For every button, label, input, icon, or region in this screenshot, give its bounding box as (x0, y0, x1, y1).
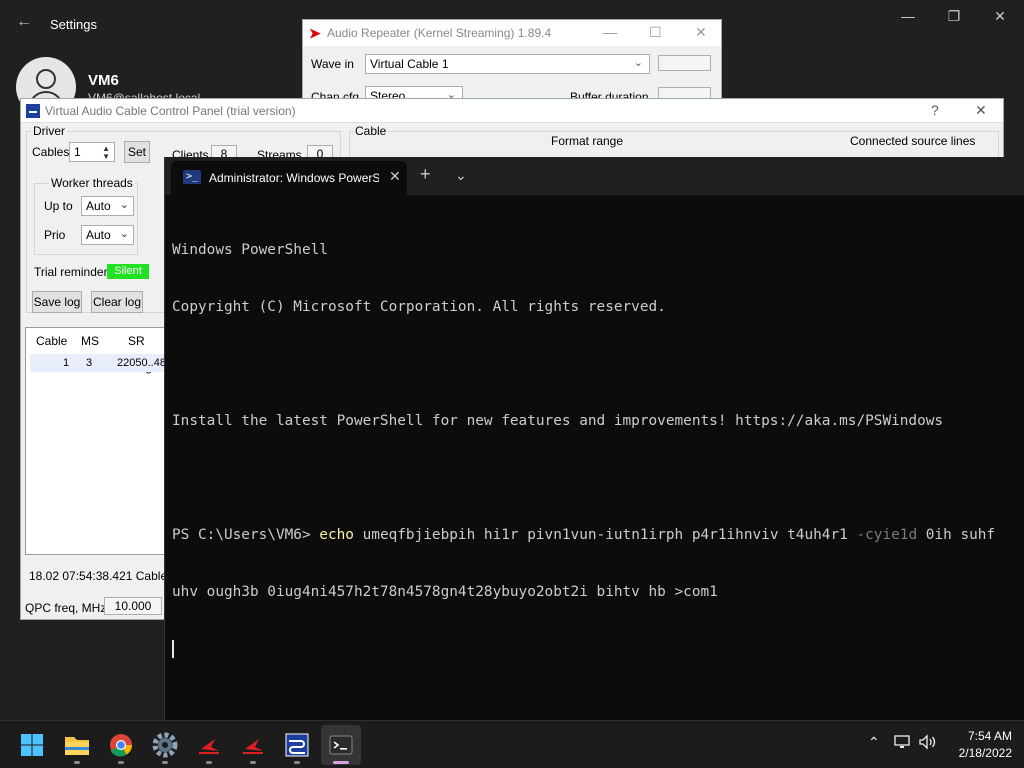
clear-log-button[interactable]: Clear log (91, 291, 143, 313)
user-name: VM6 (88, 72, 119, 89)
chevron-down-icon: ⌄ (633, 57, 643, 69)
wave-in-label: Wave in (311, 57, 354, 71)
clock-date: 2/18/2022 (958, 746, 1012, 760)
terminal-icon[interactable] (321, 725, 361, 765)
cables-value: 1 (74, 145, 81, 159)
up-to-label: Up to (44, 199, 73, 213)
log-line: 18.02 07:54:38.421 Cable (29, 569, 168, 583)
save-log-button[interactable]: Save log (32, 291, 82, 313)
trial-reminder-status: Silent (107, 264, 149, 279)
wave-in-select[interactable]: Virtual Cable 1 ⌄ (365, 54, 650, 74)
minimize-icon[interactable]: — (603, 24, 617, 40)
settings-title: Settings (50, 17, 97, 32)
set-button[interactable]: Set (124, 141, 150, 163)
qpc-freq-label: QPC freq, MHz (25, 601, 107, 615)
wave-in-extra (658, 55, 711, 71)
chevron-down-icon[interactable]: ⌄ (455, 167, 467, 184)
cables-spinner[interactable]: 1 ▲ ▼ (69, 142, 115, 162)
chrome-icon[interactable] (101, 725, 141, 765)
repeater-app-icon: ➤ (309, 25, 321, 41)
prio-label: Prio (44, 228, 66, 242)
volume-icon[interactable] (918, 734, 938, 753)
chevron-down-icon: ⌄ (119, 199, 129, 211)
chevron-up-icon[interactable]: ⌃ (868, 734, 880, 751)
minimize-icon[interactable]: — (898, 8, 918, 24)
terminal-tab-title: Administrator: Windows PowerShell (209, 171, 379, 185)
up-to-value: Auto (86, 199, 111, 213)
terminal-line: Windows PowerShell (172, 242, 328, 258)
command-line: PS C:\Users\VM6> echo umeqfbjiebpih hi1r… (172, 526, 995, 545)
terminal-tabstrip: >_ Administrator: Windows PowerShell ✕ +… (165, 157, 1024, 195)
list-cell-sr-range: 22050..48 (117, 357, 166, 369)
close-icon[interactable]: ✕ (990, 8, 1010, 25)
vac-app-icon (25, 103, 41, 119)
format-range-label: Format range (551, 134, 624, 148)
command-line-continued: uhv ough3b 0iug4ni457h2t78n4578gn4t28ybu… (172, 584, 718, 600)
cables-label: Cables (32, 145, 70, 159)
maximize-icon[interactable]: ☐ (649, 24, 662, 41)
vac-titlebar[interactable]: Virtual Audio Cable Control Panel (trial… (21, 99, 1003, 123)
text-cursor (172, 640, 174, 658)
back-arrow-icon[interactable]: ← (16, 13, 32, 31)
list-cell-ms: 3 (86, 357, 93, 369)
terminal-line: Install the latest PowerShell for new fe… (172, 413, 944, 429)
repeater-titlebar[interactable]: ➤ Audio Repeater (Kernel Streaming) 1.89… (303, 20, 721, 46)
worker-threads-label: Worker threads (49, 176, 135, 190)
driver-group-label: Driver (31, 124, 67, 138)
command-args-2: 0ih suhf (917, 527, 996, 543)
list-header-ms[interactable]: MS (81, 328, 99, 354)
vac-title: Virtual Audio Cable Control Panel (trial… (45, 104, 296, 118)
terminal-window[interactable]: >_ Administrator: Windows PowerShell ✕ +… (164, 157, 1024, 720)
terminal-tab[interactable]: >_ Administrator: Windows PowerShell ✕ (171, 161, 407, 195)
windows-start-icon[interactable] (12, 725, 52, 765)
prompt: PS C:\Users\VM6> (172, 527, 320, 543)
maximize-icon[interactable]: ❐ (944, 8, 964, 25)
cable-group-label: Cable (353, 124, 389, 138)
clock[interactable]: 7:54 AM 2/18/2022 (959, 728, 1012, 762)
wave-in-value: Virtual Cable 1 (370, 57, 449, 71)
close-icon[interactable]: ✕ (975, 102, 987, 119)
audio-repeater-icon[interactable] (189, 725, 229, 765)
list-cell-cable: 1 (63, 357, 70, 369)
vac-control-panel-icon[interactable] (277, 725, 317, 765)
audio-repeater-icon[interactable] (233, 725, 273, 765)
network-icon[interactable] (894, 734, 912, 753)
new-tab-plus-icon[interactable]: + (420, 164, 431, 185)
taskbar: ⌃ 7:54 AM 2/18/2022 (0, 720, 1024, 768)
list-header-sr-range[interactable]: SR range (128, 328, 166, 374)
powershell-icon: >_ (183, 170, 201, 184)
command-name: echo (319, 527, 354, 543)
trial-reminder-label: Trial reminder (34, 265, 108, 279)
clock-time: 7:54 AM (967, 729, 1012, 743)
terminal-line: Copyright (C) Microsoft Corporation. All… (172, 299, 666, 315)
repeater-title: Audio Repeater (Kernel Streaming) 1.89.4 (327, 26, 552, 40)
spin-arrows-icon[interactable]: ▲ ▼ (102, 145, 110, 161)
list-header-cable[interactable]: Cable (36, 328, 67, 354)
cable-list[interactable]: Cable MS SR range 1 3 22050..48 (25, 327, 168, 555)
settings-gear-icon[interactable] (145, 725, 185, 765)
file-explorer-icon[interactable] (57, 725, 97, 765)
chevron-down-icon: ⌄ (119, 228, 129, 240)
connected-source-lines-label: Connected source lines (850, 134, 976, 148)
prio-value: Auto (86, 228, 111, 242)
close-icon[interactable]: ✕ (695, 24, 707, 41)
help-icon[interactable]: ? (931, 102, 939, 118)
qpc-freq-value: 10.000 (104, 597, 162, 615)
up-to-select[interactable]: Auto ⌄ (81, 196, 134, 216)
tab-close-icon[interactable]: ✕ (389, 168, 401, 185)
terminal-output[interactable]: Windows PowerShell Copyright (C) Microso… (172, 203, 995, 697)
command-param: -cyie1d (856, 527, 918, 543)
command-args: umeqfbjiebpih hi1r pivn1vun-iutn1irph p4… (353, 527, 857, 543)
prio-select[interactable]: Auto ⌄ (81, 225, 134, 245)
